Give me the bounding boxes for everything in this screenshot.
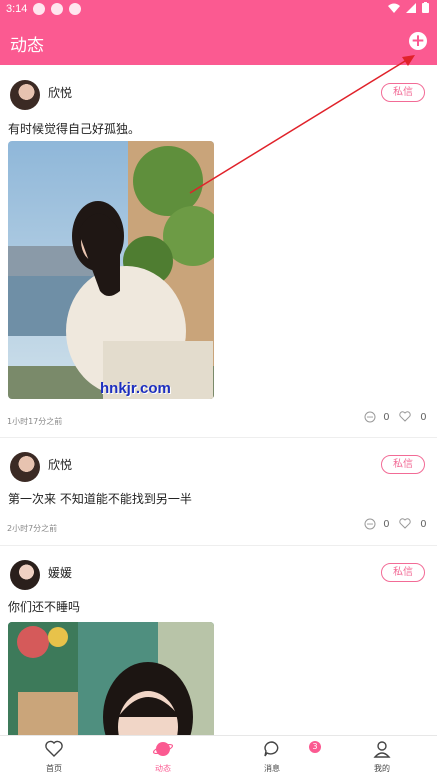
download-icon [69, 3, 82, 15]
signal-icon [406, 2, 416, 13]
tab-profile[interactable]: 我的 [342, 736, 422, 778]
heart-icon [399, 518, 411, 529]
username[interactable]: 欣悦 [48, 84, 72, 101]
tab-home[interactable]: 首页 [14, 736, 94, 778]
download-icon [51, 3, 64, 15]
username[interactable]: 欣悦 [48, 456, 72, 473]
heart-icon [399, 411, 411, 422]
like-count-value: 0 [420, 518, 427, 530]
chat-bubble-icon [264, 741, 279, 757]
post-text: 第一次来 不知道能不能找到另一半 [8, 492, 192, 506]
post-item: 欣悦 私信 有时候觉得自己好孤独。 hnkjr.com 1小时17分之前 0 0 [0, 65, 437, 438]
person-icon [373, 741, 391, 758]
page-title: 动态 [10, 36, 44, 56]
post-time: 2小时7分之前 [7, 524, 58, 533]
like-count-value: 0 [420, 411, 427, 423]
status-time: 3:14 [6, 3, 28, 15]
post-text: 你们还不睡吗 [8, 600, 81, 614]
moments-feed[interactable]: 欣悦 私信 有时候觉得自己好孤独。 hnkjr.com 1小时17分之前 0 0… [0, 65, 437, 735]
like-count[interactable]: 0 [399, 411, 427, 423]
comment-count-value: 0 [383, 519, 390, 530]
tab-label: 首页 [46, 764, 62, 773]
tab-messages[interactable]: 3 消息 [232, 736, 321, 778]
message-badge: 3 [309, 741, 321, 753]
comment-count-value: 0 [383, 412, 390, 423]
notification-icon [33, 3, 46, 15]
avatar[interactable] [10, 560, 40, 590]
battery-icon [422, 2, 429, 13]
comment-icon [364, 518, 376, 530]
private-message-button[interactable]: 私信 [381, 563, 425, 582]
comment-count[interactable]: 0 [364, 518, 390, 530]
planet-icon [153, 742, 173, 756]
heart-outline-icon [45, 740, 63, 757]
comment-icon [364, 411, 376, 423]
comment-count[interactable]: 0 [364, 411, 390, 423]
status-bar: 3:14 [0, 0, 437, 18]
tab-label: 动态 [155, 764, 171, 773]
tab-label: 消息 [264, 764, 280, 773]
post-photo[interactable] [8, 622, 214, 735]
username[interactable]: 媛媛 [48, 564, 72, 581]
post-text: 有时候觉得自己好孤独。 [8, 122, 141, 136]
add-post-icon[interactable]: + [409, 32, 427, 50]
like-count[interactable]: 0 [399, 518, 427, 530]
post-time: 1小时17分之前 [7, 417, 63, 426]
app-header: 动态 + [0, 18, 437, 65]
post-item: 媛媛 私信 你们还不睡吗 [0, 546, 437, 735]
tab-moments[interactable]: 动态 [123, 736, 203, 778]
wifi-icon [388, 3, 400, 13]
private-message-button[interactable]: 私信 [381, 455, 425, 474]
avatar[interactable] [10, 452, 40, 482]
post-photo[interactable]: hnkjr.com [8, 141, 214, 399]
bottom-tab-bar: 首页 动态 3 消息 我的 [0, 735, 437, 778]
post-item: 欣悦 私信 第一次来 不知道能不能找到另一半 2小时7分之前 0 0 [0, 438, 437, 546]
private-message-button[interactable]: 私信 [381, 83, 425, 102]
avatar[interactable] [10, 80, 40, 110]
watermark-text: hnkjr.com [100, 380, 171, 397]
tab-label: 我的 [374, 764, 390, 773]
